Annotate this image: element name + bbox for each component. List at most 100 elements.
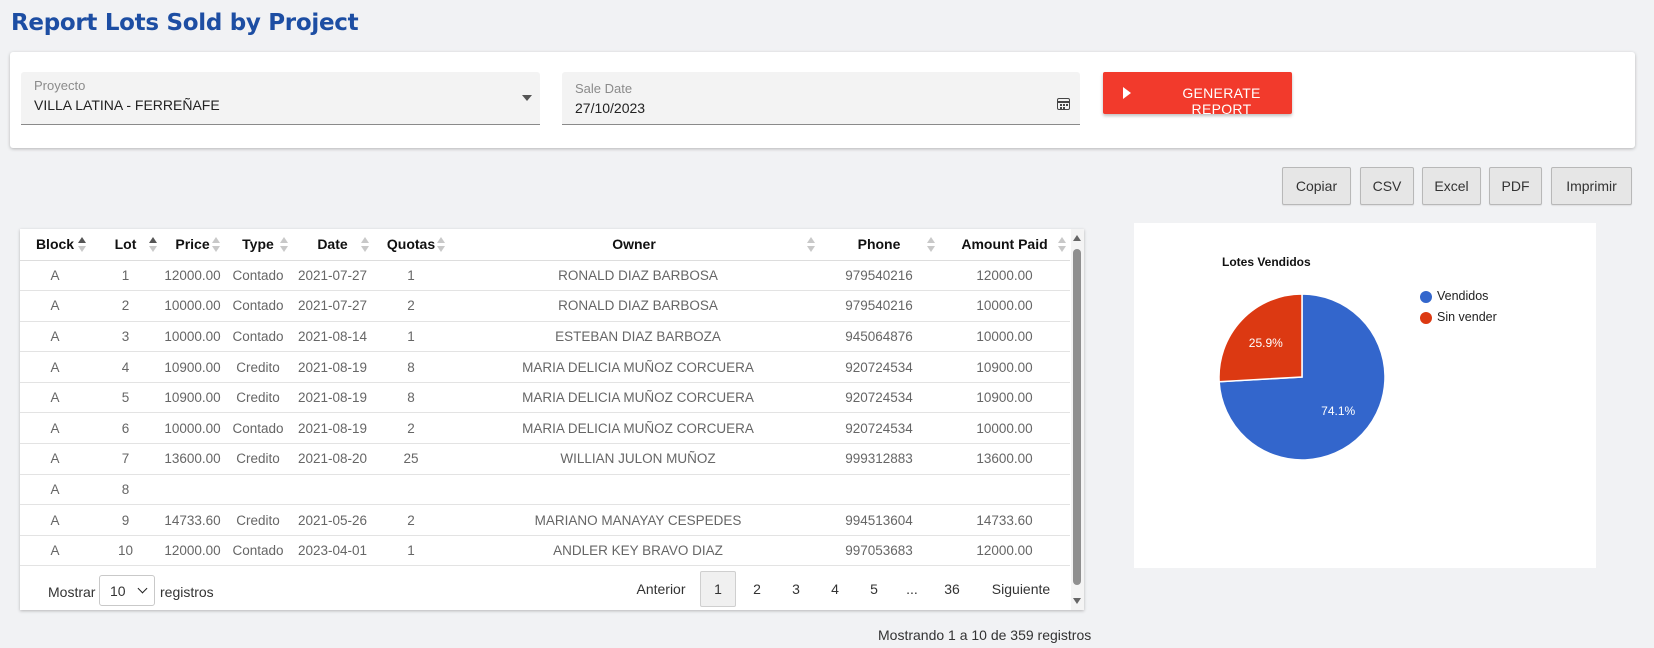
cell-date: 2021-08-19 bbox=[292, 351, 373, 383]
sort-icon[interactable] bbox=[1058, 237, 1066, 253]
cell-quotas: 25 bbox=[373, 443, 449, 475]
table-row: A 10 12000.00 Contado 2023-04-01 1 ANDLER KEY … bbox=[20, 535, 1070, 567]
report-table-card: Block Lot Price Type Date Quotas Owner P… bbox=[20, 229, 1084, 610]
page-button-5[interactable]: 5 bbox=[856, 571, 892, 607]
page-button-1[interactable]: 1 bbox=[700, 571, 736, 607]
column-header-lot[interactable]: Lot bbox=[90, 229, 161, 261]
column-header-block[interactable]: Block bbox=[20, 229, 90, 261]
cell-lot: 3 bbox=[90, 321, 161, 353]
table-row: A 3 10000.00 Contado 2021-08-14 1 ESTEBAN DIAZ… bbox=[20, 321, 1070, 353]
caret-down-icon[interactable] bbox=[522, 95, 532, 101]
cell-price: 10900.00 bbox=[161, 382, 224, 414]
column-header-label: Price bbox=[175, 236, 210, 253]
length-suffix: registros bbox=[160, 584, 214, 600]
cell-owner: MARIA DELICIA MUÑOZ CORCUERA bbox=[449, 412, 819, 445]
cell-block: A bbox=[20, 351, 90, 383]
column-header-label: Block bbox=[35, 236, 75, 253]
cell-owner: MARIA DELICIA MUÑOZ CORCUERA bbox=[449, 382, 819, 414]
cell-quotas: 8 bbox=[373, 382, 449, 414]
generate-report-button[interactable]: GENERATE REPORT bbox=[1103, 72, 1292, 117]
sale-date-value[interactable]: 27/10/2023 bbox=[575, 100, 645, 116]
cell-type: Contado bbox=[224, 412, 292, 445]
cell-block: A bbox=[20, 321, 90, 353]
chart-title: Lotes Vendidos bbox=[1222, 255, 1311, 269]
sort-icon[interactable] bbox=[212, 237, 220, 253]
cell-lot: 5 bbox=[90, 382, 161, 414]
excel-button[interactable]: Excel bbox=[1422, 167, 1481, 205]
cell-phone: 945064876 bbox=[819, 321, 939, 353]
print-button[interactable]: Imprimir bbox=[1551, 167, 1632, 205]
cell-amount-paid bbox=[939, 474, 1070, 506]
cell-amount-paid: 14733.60 bbox=[939, 504, 1070, 536]
page-length-select[interactable]: 10 bbox=[99, 575, 155, 606]
column-header-price[interactable]: Price bbox=[161, 229, 224, 261]
column-header-phone[interactable]: Phone bbox=[819, 229, 939, 261]
pdf-button[interactable]: PDF bbox=[1489, 167, 1542, 205]
sort-icon[interactable] bbox=[807, 237, 815, 253]
table-scrollbar[interactable] bbox=[1071, 229, 1084, 610]
cell-owner: RONALD DIAZ BARBOSA bbox=[449, 290, 819, 322]
project-select[interactable]: Proyecto VILLA LATINA - FERREÑAFE bbox=[21, 72, 540, 125]
project-value: VILLA LATINA - FERREÑAFE bbox=[34, 97, 220, 113]
cell-phone: 999312883 bbox=[819, 443, 939, 475]
sort-icon[interactable] bbox=[149, 237, 157, 253]
sale-date-input[interactable]: Sale Date 27/10/2023 bbox=[562, 72, 1080, 125]
cell-owner: MARIANO MANAYAY CESPEDES bbox=[449, 504, 819, 536]
cell-block: A bbox=[20, 443, 90, 475]
cell-owner: RONALD DIAZ BARBOSA bbox=[449, 260, 819, 292]
legend-item[interactable]: Sin vender bbox=[1420, 310, 1497, 331]
column-header-owner[interactable]: Owner bbox=[449, 229, 819, 261]
legend-swatch-icon bbox=[1420, 291, 1432, 303]
play-icon bbox=[1123, 87, 1131, 99]
page-button-4[interactable]: 4 bbox=[817, 571, 853, 607]
cell-amount-paid: 10000.00 bbox=[939, 290, 1070, 322]
cell-amount-paid: 12000.00 bbox=[939, 260, 1070, 292]
page-button-3[interactable]: 3 bbox=[778, 571, 814, 607]
table-row: A 6 10000.00 Contado 2021-08-19 2 MARIA DELICI… bbox=[20, 412, 1070, 445]
page-button-36[interactable]: 36 bbox=[934, 571, 970, 607]
scroll-down-icon[interactable] bbox=[1073, 598, 1081, 604]
sort-icon[interactable] bbox=[78, 237, 86, 253]
legend-swatch-icon bbox=[1420, 312, 1432, 324]
cell-phone: 997053683 bbox=[819, 535, 939, 567]
table-row: A 7 13600.00 Credito 2021-08-20 25 WILLIAN JUL… bbox=[20, 443, 1070, 475]
cell-quotas: 8 bbox=[373, 351, 449, 383]
cell-quotas: 1 bbox=[373, 321, 449, 353]
legend-item[interactable]: Vendidos bbox=[1420, 289, 1497, 310]
scroll-up-icon[interactable] bbox=[1073, 235, 1081, 241]
prev-page-button[interactable]: Anterior bbox=[631, 571, 691, 607]
chart-panel: 74.1% 25.9% Lotes Vendidos Vendidos Sin ve… bbox=[1134, 223, 1596, 568]
cell-lot: 1 bbox=[90, 260, 161, 292]
column-header-amount-paid[interactable]: Amount Paid bbox=[939, 229, 1070, 261]
column-header-label: Phone bbox=[857, 236, 901, 253]
cell-date: 2023-04-01 bbox=[292, 535, 373, 567]
cell-owner: WILLIAN JULON MUÑOZ bbox=[449, 443, 819, 475]
cell-lot: 10 bbox=[90, 535, 161, 567]
cell-lot: 6 bbox=[90, 412, 161, 445]
cell-lot: 8 bbox=[90, 474, 161, 506]
calendar-icon[interactable] bbox=[1057, 98, 1070, 110]
sort-icon[interactable] bbox=[437, 237, 445, 253]
cell-lot: 2 bbox=[90, 290, 161, 322]
cell-block: A bbox=[20, 382, 90, 414]
sort-icon[interactable] bbox=[280, 237, 288, 253]
column-header-quotas[interactable]: Quotas bbox=[373, 229, 449, 261]
cell-owner: ESTEBAN DIAZ BARBOZA bbox=[449, 321, 819, 353]
copy-button[interactable]: Copiar bbox=[1282, 167, 1351, 205]
page-button-2[interactable]: 2 bbox=[739, 571, 775, 607]
cell-owner bbox=[449, 474, 819, 506]
column-header-label: Date bbox=[317, 236, 348, 253]
cell-phone: 920724534 bbox=[819, 382, 939, 414]
chart-legend: Vendidos Sin vender bbox=[1420, 289, 1497, 331]
csv-button[interactable]: CSV bbox=[1360, 167, 1414, 205]
cell-phone: 979540216 bbox=[819, 260, 939, 292]
cell-date: 2021-07-27 bbox=[292, 290, 373, 322]
scrollbar-thumb[interactable] bbox=[1073, 249, 1081, 585]
table-row: A 5 10900.00 Credito 2021-08-19 8 MARIA DELICI… bbox=[20, 382, 1070, 414]
next-page-button[interactable]: Siguiente bbox=[988, 571, 1054, 607]
cell-type: Credito bbox=[224, 504, 292, 536]
sort-icon[interactable] bbox=[927, 237, 935, 253]
column-header-date[interactable]: Date bbox=[292, 229, 373, 261]
column-header-type[interactable]: Type bbox=[224, 229, 292, 261]
sort-icon[interactable] bbox=[361, 237, 369, 253]
